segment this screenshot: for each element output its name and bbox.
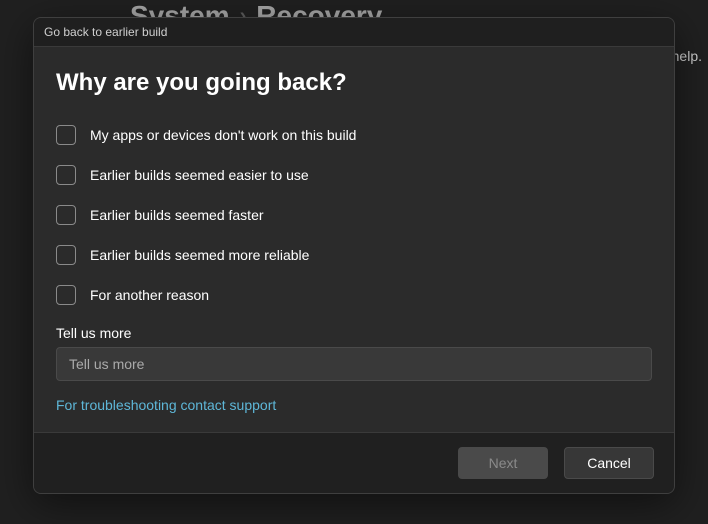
go-back-dialog: Go back to earlier build Why are you goi… [33,17,675,494]
tell-us-more-input[interactable] [56,347,652,381]
contact-support-link[interactable]: For troubleshooting contact support [56,397,276,413]
tell-us-more-label: Tell us more [56,325,652,341]
reason-label: My apps or devices don't work on this bu… [90,127,356,143]
dialog-heading: Why are you going back? [56,69,652,97]
reason-option-apps-devices[interactable]: My apps or devices don't work on this bu… [56,125,652,145]
reason-option-faster[interactable]: Earlier builds seemed faster [56,205,652,225]
checkbox-icon [56,285,76,305]
checkbox-icon [56,125,76,145]
checkbox-icon [56,205,76,225]
reason-label: For another reason [90,287,209,303]
checkbox-icon [56,165,76,185]
reason-label: Earlier builds seemed easier to use [90,167,309,183]
help-text-fragment: help. [672,48,702,64]
cancel-button[interactable]: Cancel [564,447,654,479]
checkbox-icon [56,245,76,265]
dialog-body: Why are you going back? My apps or devic… [34,47,674,432]
dialog-footer: Next Cancel [34,432,674,493]
reason-label: Earlier builds seemed faster [90,207,264,223]
reason-label: Earlier builds seemed more reliable [90,247,309,263]
next-button[interactable]: Next [458,447,548,479]
reason-option-easier[interactable]: Earlier builds seemed easier to use [56,165,652,185]
reason-option-reliable[interactable]: Earlier builds seemed more reliable [56,245,652,265]
reason-option-another[interactable]: For another reason [56,285,652,305]
dialog-titlebar: Go back to earlier build [34,18,674,47]
